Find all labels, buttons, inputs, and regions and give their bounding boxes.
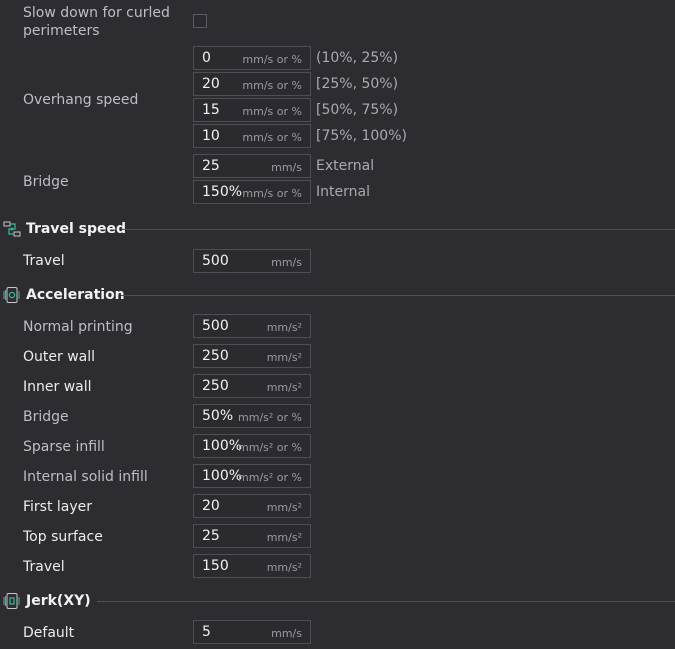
field-value: 25: [202, 528, 220, 544]
field-unit: mm/s or %: [242, 79, 302, 92]
field-value: 500: [202, 253, 229, 269]
field-unit: mm/s²: [266, 321, 302, 334]
overhang-speed-field-4[interactable]: 10 mm/s or %: [193, 124, 311, 148]
accel-normal-printing-label: Normal printing: [23, 319, 133, 335]
field-value: 100%: [202, 438, 243, 454]
section-divider: [121, 295, 675, 296]
field-unit: mm/s or %: [242, 53, 302, 66]
field-unit: mm/s or %: [242, 187, 302, 200]
jerk-section-title: Jerk(XY): [26, 593, 91, 609]
field-unit: mm/s: [271, 161, 302, 174]
accel-outer-wall-label: Outer wall: [23, 349, 96, 365]
field-value: 20: [202, 498, 220, 514]
accel-internal-solid-infill-label: Internal solid infill: [23, 469, 148, 485]
field-unit: mm/s²: [266, 531, 302, 544]
field-value: 250: [202, 348, 229, 364]
bridge-internal-field[interactable]: 150% mm/s or %: [193, 180, 311, 204]
field-value: 250: [202, 378, 229, 394]
field-unit: mm/s: [271, 627, 302, 640]
accel-inner-wall-field[interactable]: 250 mm/s²: [193, 374, 311, 398]
accel-sparse-infill-field[interactable]: 100% mm/s² or %: [193, 434, 311, 458]
jerk-icon: [3, 593, 20, 609]
field-value: 5: [202, 624, 211, 640]
field-value: 25: [202, 158, 220, 174]
overhang-speed-field-1[interactable]: 0 mm/s or %: [193, 46, 311, 70]
field-value: 100%: [202, 468, 243, 484]
curled-perimeters-label-1: Slow down for curled: [23, 5, 170, 21]
field-unit: mm/s² or %: [238, 411, 302, 424]
accel-travel-label: Travel: [23, 559, 65, 575]
overhang-range-4: [75%, 100%): [316, 128, 407, 144]
section-divider: [121, 229, 675, 230]
overhang-speed-field-3[interactable]: 15 mm/s or %: [193, 98, 311, 122]
acceleration-section-title: Acceleration: [26, 287, 125, 303]
overhang-range-2: [25%, 50%): [316, 76, 399, 92]
accel-outer-wall-field[interactable]: 250 mm/s²: [193, 344, 311, 368]
bridge-speed-label: Bridge: [23, 174, 69, 190]
accel-inner-wall-label: Inner wall: [23, 379, 92, 395]
travel-speed-icon: [3, 221, 21, 237]
section-divider: [97, 601, 675, 602]
bridge-internal-label: Internal: [316, 184, 370, 200]
field-unit: mm/s²: [266, 561, 302, 574]
accel-normal-printing-field[interactable]: 500 mm/s²: [193, 314, 311, 338]
acceleration-icon: [3, 287, 20, 303]
travel-speed-section-title: Travel speed: [26, 221, 127, 237]
accel-first-layer-label: First layer: [23, 499, 93, 515]
field-unit: mm/s or %: [242, 131, 302, 144]
field-unit: mm/s² or %: [238, 471, 302, 484]
field-value: 500: [202, 318, 229, 334]
jerk-default-label: Default: [23, 625, 75, 641]
accel-top-surface-field[interactable]: 25 mm/s²: [193, 524, 311, 548]
field-unit: mm/s² or %: [238, 441, 302, 454]
field-value: 0: [202, 50, 211, 66]
field-value: 10: [202, 128, 220, 144]
overhang-speed-label: Overhang speed: [23, 92, 139, 108]
field-value: 150%: [202, 184, 243, 200]
accel-bridge-label: Bridge: [23, 409, 69, 425]
overhang-speed-field-2[interactable]: 20 mm/s or %: [193, 72, 311, 96]
accel-sparse-infill-label: Sparse infill: [23, 439, 105, 455]
bridge-external-label: External: [316, 158, 375, 174]
travel-speed-field[interactable]: 500 mm/s: [193, 249, 311, 273]
accel-top-surface-label: Top surface: [23, 529, 103, 545]
accel-travel-field[interactable]: 150 mm/s²: [193, 554, 311, 578]
accel-bridge-field[interactable]: 50% mm/s² or %: [193, 404, 311, 428]
curled-perimeters-label-2: perimeters: [23, 23, 100, 39]
field-value: 50%: [202, 408, 234, 424]
curled-perimeters-checkbox[interactable]: [193, 14, 207, 28]
travel-speed-label: Travel: [23, 253, 65, 269]
field-unit: mm/s: [271, 256, 302, 269]
field-unit: mm/s²: [266, 381, 302, 394]
overhang-range-3: [50%, 75%): [316, 102, 399, 118]
overhang-range-1: (10%, 25%): [316, 50, 399, 66]
accel-internal-solid-infill-field[interactable]: 100% mm/s² or %: [193, 464, 311, 488]
jerk-default-field[interactable]: 5 mm/s: [193, 620, 311, 644]
field-value: 15: [202, 102, 220, 118]
field-unit: mm/s or %: [242, 105, 302, 118]
bridge-external-field[interactable]: 25 mm/s: [193, 154, 311, 178]
accel-first-layer-field[interactable]: 20 mm/s²: [193, 494, 311, 518]
field-unit: mm/s²: [266, 501, 302, 514]
field-value: 150: [202, 558, 229, 574]
field-unit: mm/s²: [266, 351, 302, 364]
field-value: 20: [202, 76, 220, 92]
